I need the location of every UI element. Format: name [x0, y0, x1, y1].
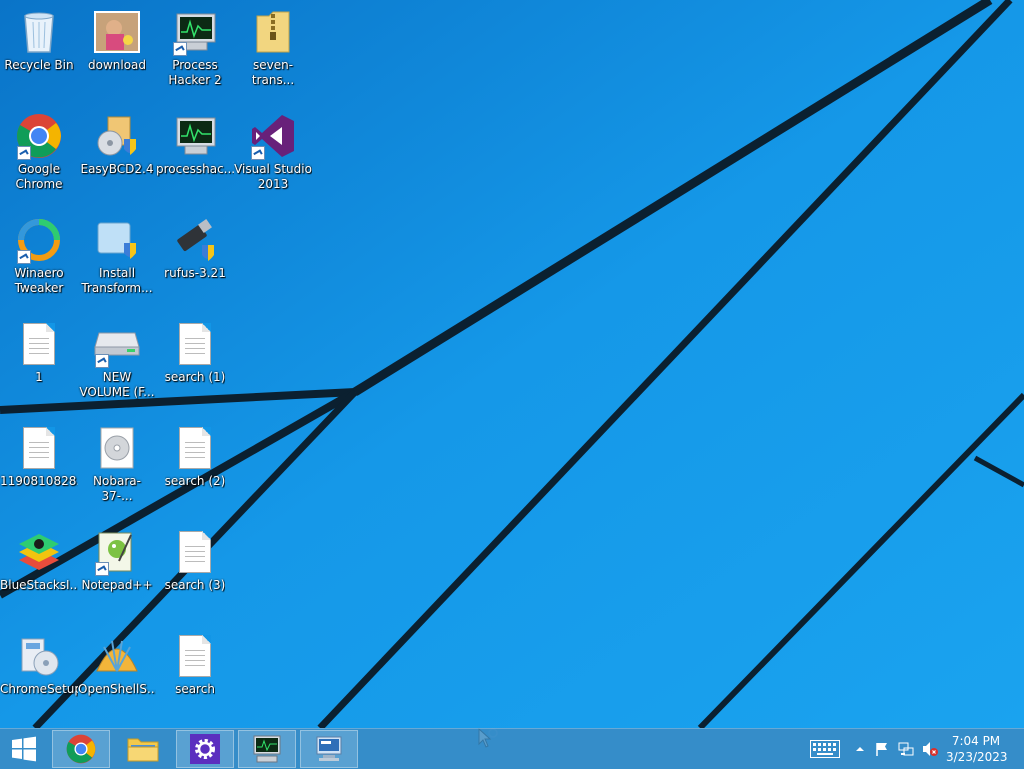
desktop-icon-google-chrome[interactable]: Google Chrome — [0, 104, 78, 202]
folder-icon — [127, 738, 159, 762]
desktop-icon-nobara[interactable]: Nobara-37-... — [78, 416, 156, 514]
openshell-icon — [93, 632, 141, 680]
text-file-icon — [171, 424, 219, 472]
chrome-icon — [66, 734, 96, 764]
disc-image-icon — [93, 424, 141, 472]
desktop-icon-easybcd[interactable]: EasyBCD2.4 — [78, 104, 156, 202]
desktop-icon-new-volume[interactable]: NEW VOLUME (F... — [78, 312, 156, 410]
winaero-icon — [15, 216, 63, 264]
gear-icon — [190, 734, 220, 764]
desktop-icon-label: 1 — [35, 370, 43, 384]
taskbar-settings-button[interactable] — [176, 730, 234, 768]
desktop-icon-download[interactable]: download — [78, 0, 156, 98]
text-file-icon — [171, 632, 219, 680]
desktop-icon-label: search (2) — [164, 474, 226, 488]
desktop-icon-processhacker-folder[interactable]: processhac... — [156, 104, 234, 202]
text-file-icon — [15, 424, 63, 472]
text-file-icon — [15, 320, 63, 368]
clock-time: 7:04 PM — [951, 734, 1001, 748]
desktop-icon-install-transform[interactable]: Install Transform... — [78, 208, 156, 306]
usb-drive-icon — [171, 216, 219, 264]
desktop-icon-label: search — [175, 682, 215, 696]
desktop-icon-file-1190810828[interactable]: 1190810828... — [0, 416, 78, 514]
chrome-icon — [15, 112, 63, 160]
desktop-icon-chromesetup[interactable]: ChromeSetup — [0, 624, 78, 722]
visual-studio-icon — [249, 112, 297, 160]
desktop-icon-bluestacks[interactable]: BlueStacksI... — [0, 520, 78, 618]
process-hacker-icon — [171, 112, 219, 160]
text-file-icon — [171, 320, 219, 368]
desktop-icon-label: Winaero Tweaker — [14, 266, 64, 295]
keyboard-icon[interactable] — [810, 740, 840, 758]
shortcut-arrow-icon — [17, 250, 31, 264]
installer-icon — [93, 216, 141, 264]
drive-icon — [93, 320, 141, 368]
desktop-icon-search[interactable]: search — [156, 624, 234, 722]
desktop-icon-label: Recycle Bin — [4, 58, 74, 72]
flag-icon[interactable] — [874, 741, 890, 757]
desktop-icon-visual-studio-2013[interactable]: Visual Studio 2013 — [234, 104, 312, 202]
shortcut-arrow-icon — [173, 42, 187, 56]
desktop-icon-recycle-bin[interactable]: Recycle Bin — [0, 0, 78, 98]
desktop-icon-label: download — [87, 58, 147, 72]
windows-logo-icon — [12, 736, 36, 762]
desktop-icon-label: Nobara-37-... — [93, 474, 141, 503]
desktop-icon-process-hacker-2[interactable]: Process Hacker 2 — [156, 0, 234, 98]
desktop-icon-label: rufus-3.21 — [164, 266, 226, 280]
desktop-icon-label: BlueStacksI... — [0, 578, 78, 592]
taskbar-remote-desktop-button[interactable] — [300, 730, 358, 768]
desktop-icon-label: ChromeSetup — [0, 682, 78, 696]
desktop-icon-label: search (1) — [164, 370, 226, 384]
desktop-icon-notepadpp[interactable]: Notepad++ — [78, 520, 156, 618]
text-file-icon — [171, 528, 219, 576]
desktop-icon-label: Visual Studio 2013 — [234, 162, 312, 191]
desktop-icon-label: Notepad++ — [81, 578, 153, 592]
shortcut-arrow-icon — [95, 562, 109, 576]
image-icon — [93, 8, 141, 56]
desktop-icon-label: 1190810828... — [0, 474, 78, 488]
desktop-icon-winaero-tweaker[interactable]: Winaero Tweaker — [0, 208, 78, 306]
desktop-icon-label: search (3) — [164, 578, 226, 592]
setup-icon — [15, 632, 63, 680]
volume-muted-icon[interactable] — [922, 741, 938, 757]
bluestacks-icon — [15, 528, 63, 576]
network-icon[interactable] — [898, 741, 914, 757]
desktop-icon-rufus[interactable]: rufus-3.21 — [156, 208, 234, 306]
chevron-up-icon[interactable] — [852, 741, 868, 757]
recycle-bin-icon — [15, 8, 63, 56]
taskbar-task-manager-button[interactable] — [238, 730, 296, 768]
shortcut-arrow-icon — [251, 146, 265, 160]
desktop-icon-label: NEW VOLUME (F... — [79, 370, 155, 399]
desktop-icon-label: OpenShellS... — [78, 682, 156, 696]
desktop-icon-search-1[interactable]: search (1) — [156, 312, 234, 410]
desktop-icon-label: Google Chrome — [15, 162, 63, 191]
taskbar: 7:04 PM 3/23/2023 — [0, 728, 1024, 769]
desktop-icon-openshell[interactable]: OpenShellS... — [78, 624, 156, 722]
installer-icon — [93, 112, 141, 160]
monitor-icon — [253, 735, 281, 763]
desktop-icon-label: EasyBCD2.4 — [80, 162, 154, 176]
notepadpp-icon — [93, 528, 141, 576]
clock[interactable]: 7:04 PM 3/23/2023 — [946, 733, 1008, 765]
desktop-icon-search-3[interactable]: search (3) — [156, 520, 234, 618]
taskbar-file-explorer-button[interactable] — [114, 729, 172, 769]
shortcut-arrow-icon — [17, 146, 31, 160]
zip-folder-icon — [249, 8, 297, 56]
desktop-icon-label: processhac... — [156, 162, 234, 176]
shortcut-arrow-icon — [95, 354, 109, 368]
start-button[interactable] — [0, 729, 48, 769]
desktop-icon-label: Process Hacker 2 — [168, 58, 222, 87]
desktop-icon-label: Install Transform... — [81, 266, 153, 295]
process-hacker-icon — [171, 8, 219, 56]
desktop-icon-file-1[interactable]: 1 — [0, 312, 78, 410]
clock-date: 3/23/2023 — [946, 750, 1008, 764]
taskbar-chrome-button[interactable] — [52, 730, 110, 768]
remote-desktop-icon — [316, 736, 342, 761]
desktop-icon-label: seven-trans... — [251, 58, 295, 87]
desktop-icon-search-2[interactable]: search (2) — [156, 416, 234, 514]
desktop-icon-seven-trans[interactable]: seven-trans... — [234, 0, 312, 98]
